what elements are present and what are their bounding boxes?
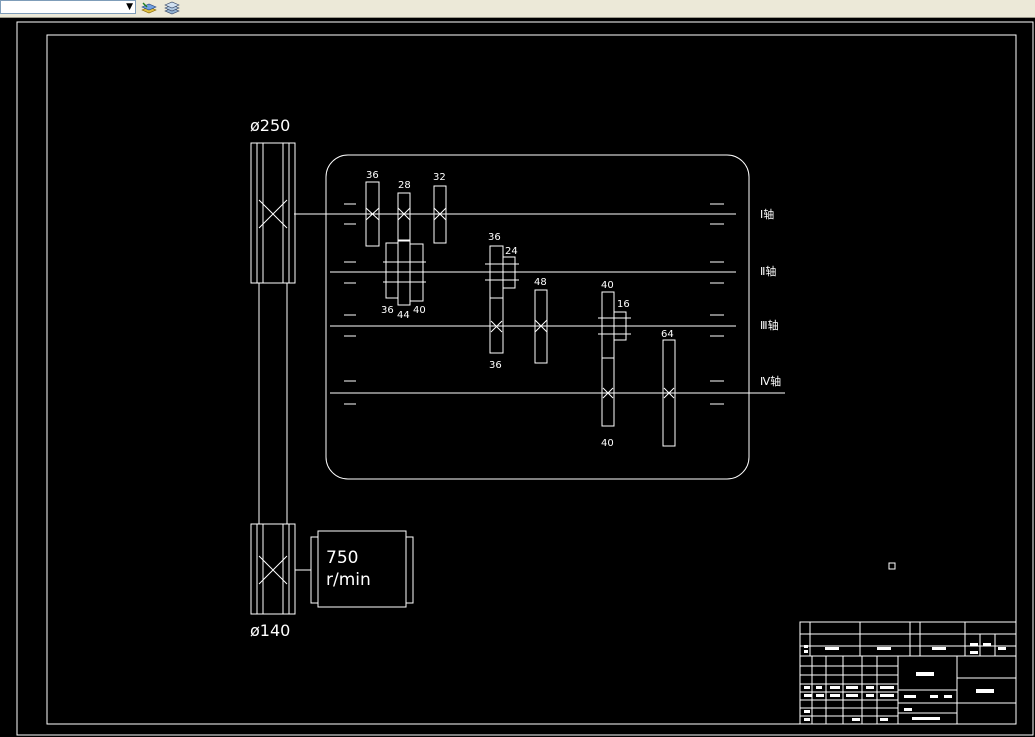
layer-manager-icon[interactable] — [140, 0, 158, 14]
toolbar: ▼ — [0, 0, 1035, 18]
gear-label: 36 — [489, 360, 502, 371]
motor-speed-unit: r/min — [326, 570, 371, 590]
inner-frame — [46, 34, 1017, 725]
snap-marker — [888, 562, 896, 570]
shaft-label-4: Ⅳ轴 — [760, 374, 781, 388]
gear-label: 48 — [534, 277, 547, 288]
gear-2 — [397, 192, 411, 242]
gear-label: 36 — [366, 170, 379, 181]
gear-label: 32 — [433, 172, 446, 183]
shaft-label-1: Ⅰ轴 — [760, 207, 774, 221]
shaft-label-3: Ⅲ轴 — [760, 318, 779, 332]
bottom-pulley — [250, 523, 296, 615]
gear-label: 36 — [488, 232, 501, 243]
shaft-label-2: Ⅱ轴 — [760, 264, 776, 278]
drawing-canvas[interactable]: ø250 ø140 750 r/min Ⅰ轴 Ⅱ轴 Ⅲ轴 Ⅳ轴 36 28 32… — [0, 18, 1035, 737]
gear-label: 40 — [601, 438, 614, 449]
gear-cluster-3 — [598, 291, 631, 427]
gear-label: 16 — [617, 299, 630, 310]
gearbox-housing — [325, 154, 750, 480]
motor — [295, 530, 414, 608]
gear-cluster-2 — [485, 245, 519, 354]
top-pulley-diameter: ø250 — [250, 116, 290, 135]
layer-dropdown[interactable]: ▼ — [0, 0, 136, 14]
top-pulley — [250, 142, 296, 284]
gear-label: 24 — [505, 246, 518, 257]
gear-label: 40 — [601, 280, 614, 291]
layer-states-icon[interactable] — [163, 0, 181, 15]
gear-label: 64 — [661, 329, 674, 340]
gear-label: 44 — [397, 310, 410, 321]
gear-label: 40 — [413, 305, 426, 316]
outer-frame — [16, 21, 1034, 736]
gear-label: 28 — [398, 180, 411, 191]
bearing-marks — [344, 203, 724, 405]
gear-label: 36 — [381, 305, 394, 316]
bottom-pulley-diameter: ø140 — [250, 621, 290, 640]
motor-speed-value: 750 — [326, 548, 358, 568]
chevron-down-icon[interactable]: ▼ — [126, 1, 133, 14]
title-block-fills — [804, 643, 1006, 721]
